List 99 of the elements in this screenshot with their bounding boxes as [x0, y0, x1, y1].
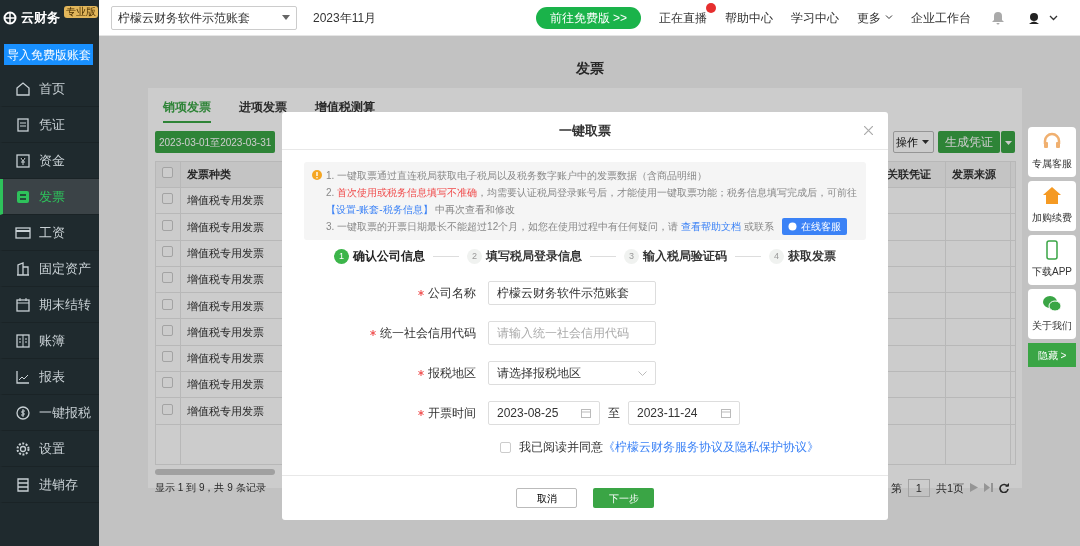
cancel-button[interactable]: 取消	[516, 488, 577, 509]
nav-link[interactable]: 学习中心	[791, 8, 839, 27]
checkbox[interactable]	[162, 219, 173, 231]
checkbox[interactable]	[162, 351, 173, 363]
dollar-circle-icon	[15, 404, 31, 421]
column-header: 发票种类	[187, 168, 231, 181]
table-cell: 增值税专用发票	[187, 247, 264, 259]
notice-text: 3. 一键取票的开票日期最长不能超过12个月，如您在使用过程中有任何疑问，请 查看帮助文档 或联系	[326, 220, 774, 234]
notice-link[interactable]: 查看帮助文档	[681, 221, 742, 232]
input-field[interactable]: 柠檬云财务软件示范账套	[488, 281, 656, 306]
table-cell: 增值税专用发票	[187, 273, 264, 286]
column-header: 关联凭证	[887, 168, 931, 181]
box-icon	[15, 476, 31, 493]
table-cell: 增值税专用发票	[187, 220, 264, 233]
building-icon	[15, 260, 31, 277]
user-icon[interactable]	[1027, 10, 1041, 25]
nav-link[interactable]: 企业工作台	[911, 8, 971, 27]
nav-link[interactable]: 帮助中心	[725, 8, 773, 27]
field-label: 公司名称	[428, 285, 476, 303]
side-widget[interactable]: 加购续费	[1028, 181, 1076, 231]
home-icon	[15, 80, 31, 97]
caret-icon	[922, 140, 929, 144]
table-cell: 增值税专用发票	[187, 352, 264, 365]
checkbox[interactable]	[162, 324, 173, 336]
notice-text: 1. 一键取票通过直连税局获取电子税局以及税务数字账户中的发票数据（含商品明细）	[326, 169, 708, 183]
modal-title: 一键取票	[559, 121, 611, 140]
logo-text: 云财务	[21, 8, 60, 27]
checkbox[interactable]	[162, 377, 173, 389]
refresh-icon[interactable]	[999, 482, 1009, 493]
step: 1 确认公司信息	[334, 248, 425, 266]
table-cell: 增值税专用发票	[187, 325, 264, 338]
field-label: 开票时间	[428, 405, 476, 423]
calendar-icon	[15, 296, 31, 313]
calendar-icon	[581, 408, 591, 419]
field-label: 报税地区	[428, 365, 476, 383]
date-field[interactable]: 2023-11-24	[628, 401, 740, 426]
nav-link[interactable]: 正在直播	[659, 8, 707, 27]
table-cell: 增值税专用发票	[187, 194, 264, 207]
house-icon	[1042, 186, 1062, 206]
step: 4 获取发票	[769, 248, 836, 266]
batch-button[interactable]: 操作	[893, 131, 934, 153]
account-select[interactable]: 柠檬云财务软件示范账套	[111, 5, 297, 30]
page-input[interactable]: 1	[907, 478, 930, 498]
card-icon	[15, 224, 31, 241]
pager-label: 第	[890, 480, 902, 496]
next-page-icon[interactable]	[970, 483, 978, 493]
field-label: 统一社会信用代码	[380, 325, 476, 343]
side-widget[interactable]: 下载APP	[1028, 235, 1076, 285]
book-icon	[15, 332, 31, 349]
close-icon[interactable]	[864, 126, 873, 135]
checkbox[interactable]	[162, 403, 173, 415]
caret-icon	[1004, 140, 1012, 145]
checkbox[interactable]	[162, 246, 173, 257]
input-field[interactable]: 请输入统一社会信用代码	[488, 321, 656, 346]
side-widget[interactable]: 关于我们	[1028, 289, 1076, 339]
page-total: 共1页	[935, 480, 964, 496]
notice-link[interactable]: 【设置-账套-税务信息】	[326, 204, 433, 215]
tab[interactable]: 进项发票	[239, 88, 287, 123]
warning-icon	[312, 170, 322, 180]
calendar-icon	[721, 408, 731, 419]
chart-icon	[15, 368, 31, 385]
yen-box-icon	[15, 152, 31, 169]
select-field[interactable]: 请选择报税地区	[488, 361, 656, 386]
agreement-text: 我已阅读并同意《柠檬云财务服务协议及隐私保护协议》	[519, 439, 819, 457]
checkbox[interactable]	[162, 193, 173, 205]
side-widget[interactable]: 专属客服	[1028, 127, 1076, 177]
scrollbar[interactable]	[155, 468, 275, 475]
date-field[interactable]: 2023-08-25	[488, 401, 600, 426]
checkbox[interactable]	[500, 441, 511, 453]
document-icon	[15, 116, 31, 133]
notice-text: 2. 首次使用或税务信息填写不准确，均需要认证税局登录账号后，才能使用一键取票功能；税务信息填写完成后，可前往 【设置-账套-税务信息】 中再次查看和修改	[326, 186, 858, 217]
nav-link[interactable]: 更多	[857, 8, 881, 27]
record-count: 显示 1 到 9，共 9 条记录	[155, 481, 266, 496]
chevron-down-icon	[638, 370, 647, 376]
chat-icon	[1042, 294, 1062, 314]
dropdown-toggle-button[interactable]	[1001, 131, 1015, 153]
step: 2 填写税局登录信息	[467, 248, 582, 266]
invoice-icon	[15, 188, 31, 205]
online-service-button[interactable]: 在线客服	[781, 218, 847, 235]
logo-icon	[3, 10, 17, 25]
period-label: 2023年11月	[313, 9, 377, 27]
column-header: 发票来源	[952, 168, 996, 181]
caret-icon	[282, 15, 290, 20]
table-cell: 增值税专用发票	[187, 378, 264, 391]
chevron-down-icon[interactable]	[1049, 14, 1058, 21]
gear-icon	[15, 440, 31, 457]
step: 3 输入税局验证码	[624, 248, 727, 266]
page-title: 发票	[574, 59, 605, 78]
sidebar-item[interactable]: 发票	[0, 179, 99, 215]
agreement-link[interactable]: 《柠檬云财务服务协议及隐私保护协议》	[603, 440, 819, 455]
last-page-icon[interactable]	[984, 483, 993, 493]
bell-icon[interactable]	[991, 10, 1005, 25]
checkbox[interactable]	[162, 272, 173, 284]
checkbox[interactable]	[162, 298, 173, 310]
table-cell: 增值税专用发票	[187, 404, 264, 417]
edition-badge: 专业版	[64, 5, 98, 18]
table-cell: 增值税专用发票	[187, 299, 264, 312]
checkbox[interactable]	[162, 167, 173, 179]
range-separator: 至	[608, 405, 620, 423]
